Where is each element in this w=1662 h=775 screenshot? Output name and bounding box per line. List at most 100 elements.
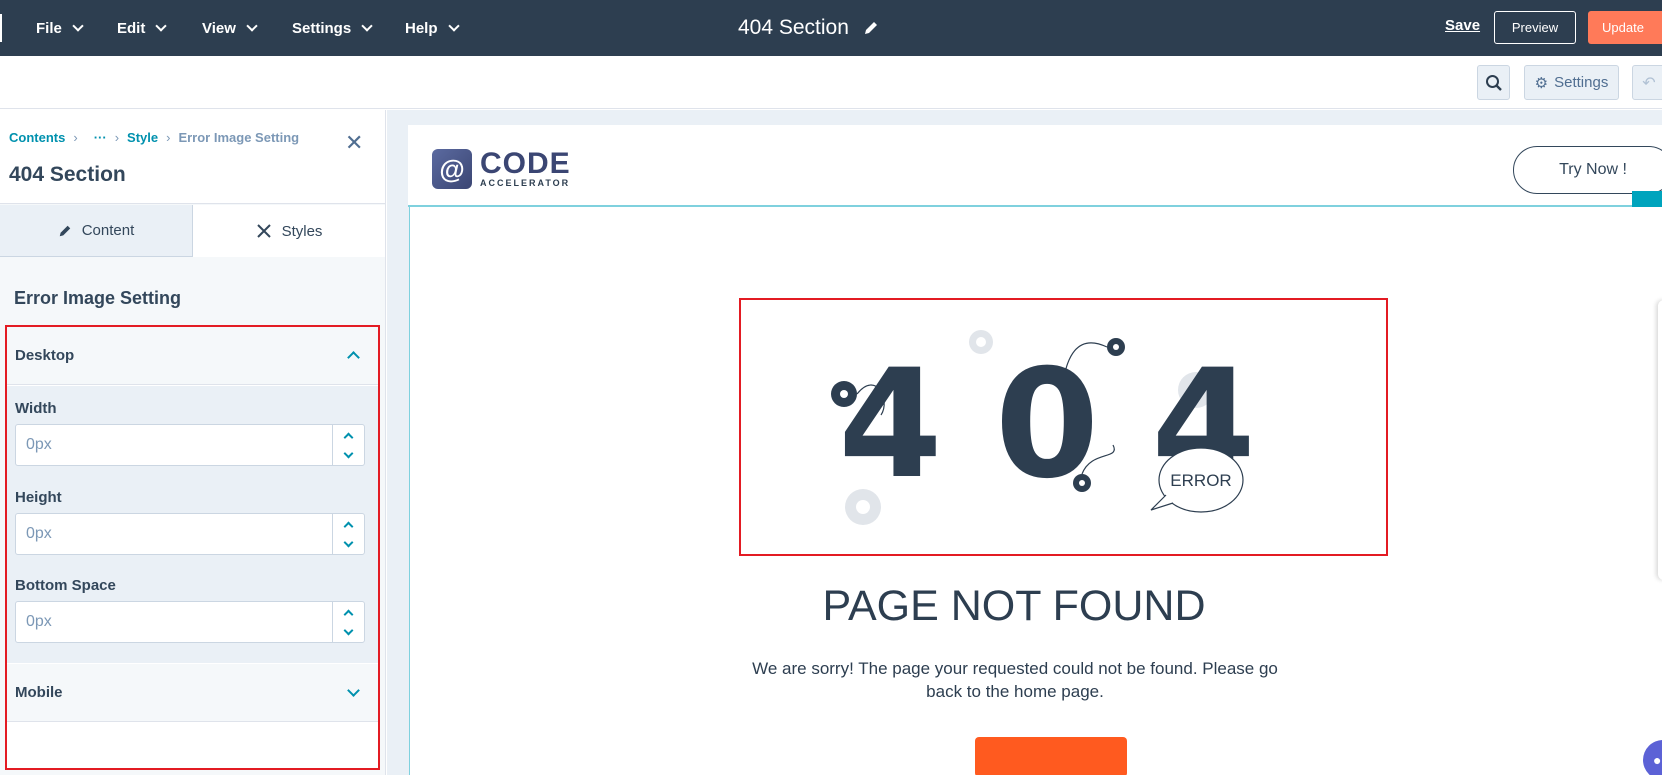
sidebar-tabs: Content Styles: [0, 205, 385, 257]
pencil-icon[interactable]: [863, 20, 879, 36]
height-input[interactable]: [16, 514, 332, 554]
error-image-settings-panel: Desktop Width Height Bottom Space: [5, 325, 380, 770]
width-stepper: [15, 424, 365, 466]
menu-help[interactable]: Help: [405, 0, 460, 56]
side-panel-edge: [1658, 300, 1662, 580]
chevron-right-icon: ›: [166, 130, 171, 145]
page-not-found-heading: PAGE NOT FOUND: [822, 582, 1206, 630]
document-title-text: 404 Section: [738, 16, 849, 39]
top-bar: File Edit View Settings Help 404 Section…: [0, 0, 1662, 56]
width-stepper-controls: [332, 425, 364, 465]
update-button[interactable]: Update: [1588, 11, 1662, 44]
menu-view-label: View: [202, 19, 236, 37]
height-stepper: [15, 513, 365, 555]
chevron-right-icon: ›: [73, 130, 78, 145]
search-button[interactable]: [1477, 65, 1510, 100]
menu-view[interactable]: View: [202, 0, 258, 56]
menu-edit-label: Edit: [117, 19, 146, 37]
chevron-right-icon: ›: [114, 130, 120, 145]
menu-edit[interactable]: Edit: [117, 0, 168, 56]
bottom-space-label: Bottom Space: [15, 577, 116, 594]
error-image-frame[interactable]: 4 0 4 ERROR: [739, 298, 1388, 556]
settings-button[interactable]: ⚙ Settings: [1524, 65, 1619, 100]
chevron-down-icon: [347, 684, 360, 697]
height-stepper-controls: [332, 514, 364, 554]
document-title: 404 Section: [738, 0, 879, 56]
width-input[interactable]: [16, 425, 332, 465]
increment-button[interactable]: [333, 602, 364, 622]
tab-styles[interactable]: Styles: [193, 205, 385, 257]
breadcrumb-current: Error Image Setting: [178, 130, 300, 145]
chevron-down-icon: [343, 537, 354, 547]
menu-settings-label: Settings: [292, 19, 352, 37]
breadcrumb: Contents › ··· › Style › Error Image Set…: [9, 130, 299, 145]
menu-settings[interactable]: Settings: [292, 0, 373, 56]
chevron-up-icon: [343, 521, 354, 531]
bottom-space-stepper: [15, 601, 365, 643]
width-label: Width: [15, 400, 57, 417]
page-not-found-message: We are sorry! The page your requested co…: [752, 659, 1278, 701]
mobile-label: Mobile: [15, 684, 63, 701]
sidebar-header: Contents › ··· › Style › Error Image Set…: [0, 110, 385, 204]
home-button[interactable]: [975, 737, 1127, 775]
menu-file-label: File: [36, 19, 62, 37]
settings-button-label: Settings: [1554, 74, 1609, 91]
decrement-button[interactable]: [333, 622, 364, 642]
desktop-accordion-header[interactable]: Desktop: [7, 327, 378, 385]
chevron-up-icon: [347, 351, 360, 364]
undo-icon: ↶: [1642, 74, 1656, 92]
preview-canvas: @ CODE ACCELERATOR Try Now ! ❐: [387, 110, 1662, 775]
site-header[interactable]: @ CODE ACCELERATOR Try Now ! ❐: [408, 125, 1662, 221]
increment-button[interactable]: [333, 425, 364, 445]
section-title: Error Image Setting: [14, 288, 182, 308]
height-label: Height: [15, 489, 62, 506]
chevron-up-icon: [343, 609, 354, 619]
decrement-button[interactable]: [333, 445, 364, 465]
menu-help-label: Help: [405, 19, 438, 37]
sidebar: Contents › ··· › Style › Error Image Set…: [0, 110, 386, 775]
page-body: 4 0 4 ERROR PAGE NOT FOUND We are sorry!…: [409, 207, 1662, 775]
tab-content-label: Content: [81, 222, 135, 239]
breadcrumb-contents[interactable]: Contents: [9, 130, 65, 145]
chevron-down-icon: [72, 20, 84, 32]
gear-icon: ⚙: [1534, 74, 1549, 92]
tab-content[interactable]: Content: [0, 205, 193, 257]
search-icon: [1485, 74, 1502, 91]
chevron-down-icon: [246, 20, 258, 32]
styles-icon: [256, 224, 271, 238]
error-404-illustration: 4 0 4 ERROR: [831, 330, 1256, 525]
logo-mark-icon: @: [432, 149, 472, 189]
decrement-button[interactable]: [333, 534, 364, 554]
breadcrumb-more[interactable]: ···: [94, 130, 107, 145]
chat-icon: ●: [1653, 752, 1662, 768]
editor-toolbar: ⚙ Settings ↶: [0, 56, 1662, 109]
tab-styles-label: Styles: [281, 222, 323, 240]
desktop-label: Desktop: [15, 347, 75, 364]
chevron-down-icon: [155, 20, 168, 32]
increment-button[interactable]: [333, 514, 364, 534]
chevron-down-icon: [447, 20, 460, 32]
error-bubble-text: ERROR: [1170, 471, 1231, 490]
menu-file[interactable]: File: [36, 0, 84, 56]
undo-button[interactable]: ↶: [1632, 65, 1662, 100]
site-logo[interactable]: @ CODE ACCELERATOR: [432, 149, 571, 189]
chevron-up-icon: [343, 432, 354, 442]
preview-button[interactable]: Preview: [1494, 11, 1576, 44]
chevron-down-icon: [343, 625, 354, 635]
bottom-space-stepper-controls: [332, 602, 364, 642]
logo-main-text: CODE: [480, 147, 571, 180]
logo-sub-text: ACCELERATOR: [480, 178, 571, 188]
chevron-down-icon: [361, 20, 373, 32]
sidebar-title: 404 Section: [9, 163, 126, 186]
bottom-space-input[interactable]: [16, 602, 332, 642]
save-button[interactable]: Save: [1445, 17, 1480, 34]
close-icon[interactable]: ✕: [345, 130, 363, 156]
chevron-down-icon: [343, 448, 354, 458]
logo-text: CODE ACCELERATOR: [480, 147, 571, 189]
try-now-button[interactable]: Try Now !: [1513, 146, 1662, 194]
desktop-accordion-body: Width Height Bottom Space: [7, 386, 378, 663]
mobile-accordion-header[interactable]: Mobile: [7, 664, 378, 722]
breadcrumb-style[interactable]: Style: [127, 130, 158, 145]
window-edge: [0, 14, 2, 42]
pencil-icon: [59, 225, 70, 236]
